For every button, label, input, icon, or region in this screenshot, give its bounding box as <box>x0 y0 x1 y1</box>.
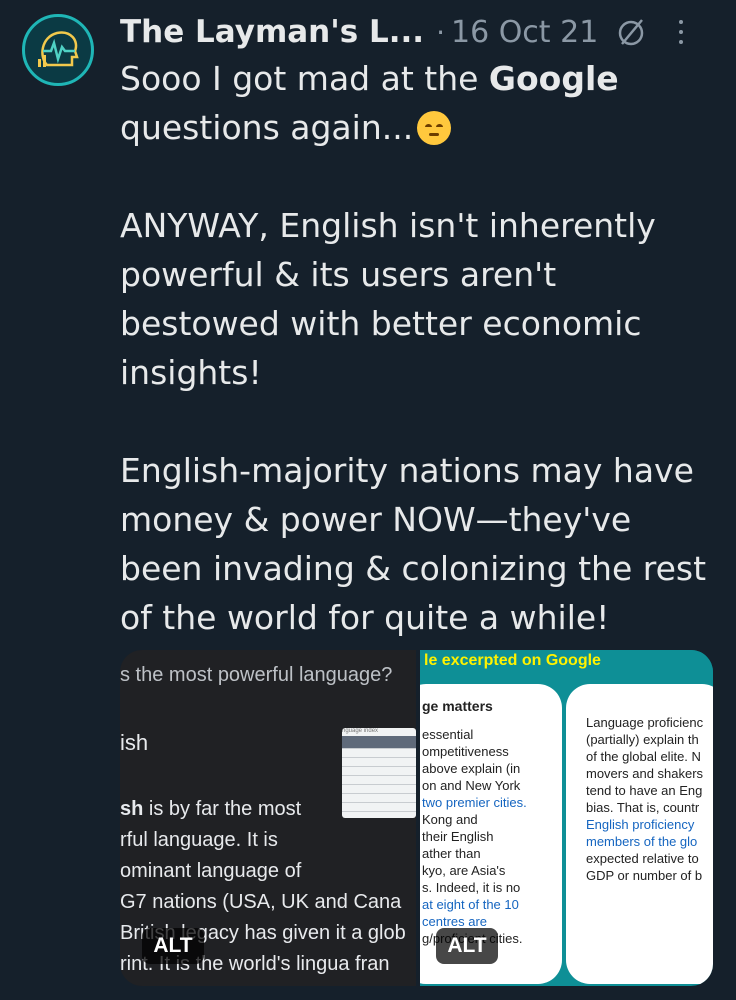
pensive-face-emoji <box>417 111 452 145</box>
edited-icon[interactable] <box>616 17 646 47</box>
search-answer: ish <box>120 730 149 755</box>
attached-image-google-answer[interactable]: s the most powerful language? ish nguage… <box>120 650 416 986</box>
display-name[interactable]: The Layman's L... <box>120 14 424 50</box>
tweet-line: insights! <box>120 353 262 392</box>
tweet-header: The Layman's L... · 16 Oct 21 <box>120 10 716 54</box>
tweet-line: bestowed with better economic <box>120 304 642 343</box>
excerpt-card-right: Language proficienc (partially) explain … <box>566 684 713 984</box>
tweet-line: Sooo I got mad at the Google <box>120 59 619 98</box>
tweet-line: of the world for quite a while! <box>120 598 610 637</box>
alt-badge[interactable]: ALT <box>142 928 204 964</box>
excerpt-banner: le excerpted on Google <box>420 650 713 676</box>
more-icon[interactable] <box>676 17 686 47</box>
avatar[interactable] <box>22 14 94 86</box>
tweet-line: ANYWAY, English isn't inherently <box>120 206 656 245</box>
separator-dot: · <box>436 15 445 49</box>
tweet-line: been invading & colonizing the rest <box>120 549 707 588</box>
media-grid: s the most powerful language? ish nguage… <box>120 650 713 986</box>
tweet-line: powerful & its users aren't <box>120 255 557 294</box>
search-question: s the most powerful language? <box>120 664 393 686</box>
alt-badge[interactable]: ALT <box>436 928 498 964</box>
tweet-line: money & power NOW—they've <box>120 500 632 539</box>
tweet-line: questions again... <box>120 103 720 152</box>
tweet-date[interactable]: 16 Oct 21 <box>451 15 598 50</box>
bold-word: Google <box>488 59 619 98</box>
tweet-text: Sooo I got mad at the Google questions a… <box>120 54 720 642</box>
brain-waveform-icon <box>38 31 79 67</box>
tweet-line: English-majority nations may have <box>120 451 694 490</box>
attached-image-excerpt[interactable]: le excerpted on Google ge matters essent… <box>420 650 713 986</box>
